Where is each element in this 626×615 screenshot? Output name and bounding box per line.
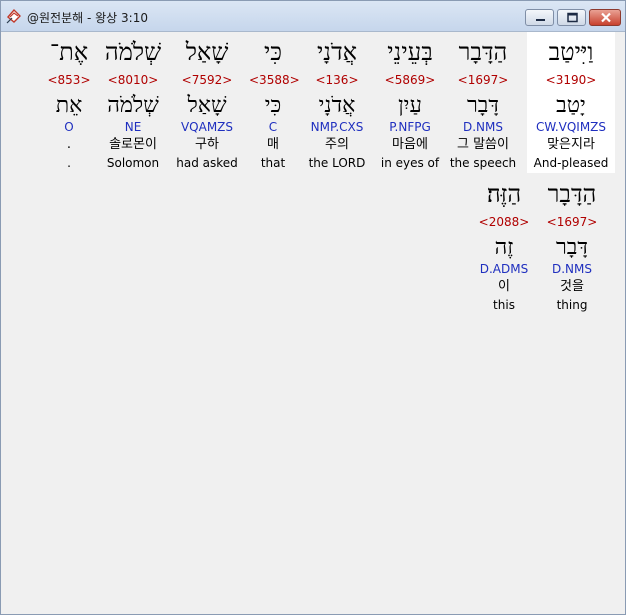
minimize-button[interactable] — [525, 9, 554, 26]
hebrew-word: הַדָּבָר — [458, 38, 508, 66]
english-gloss: And-pleased — [533, 156, 609, 170]
lemma-word: אֵת — [55, 93, 83, 118]
korean-gloss: 솔로몬이 — [109, 137, 157, 152]
hebrew-word: אֶת־ — [49, 38, 89, 66]
word-block[interactable]: אֲדֹנָי <136> אֲדֹנָי NMP.CXS 주의 the LOR… — [304, 38, 370, 173]
hebrew-word: שְׁלֹמֹה — [104, 38, 162, 66]
lemma-word: שָׁאַל — [187, 93, 227, 118]
word-block[interactable]: שְׁלֹמֹה <8010> שְׁלֹמֹה NE 솔로몬이 Solomon — [101, 38, 165, 173]
english-gloss: . — [67, 156, 71, 170]
korean-gloss: 주의 — [325, 137, 349, 152]
lemma-word: אֲדֹנָי — [318, 93, 356, 118]
korean-gloss: 이 — [498, 279, 510, 294]
morphology-code[interactable]: NMP.CXS — [304, 120, 370, 134]
strong-number[interactable]: <8010> — [101, 73, 165, 87]
minimize-icon — [536, 19, 545, 21]
english-gloss: that — [260, 156, 286, 170]
hebrew-word: וַיִּיטַב — [548, 38, 594, 66]
word-block[interactable]: שָׁאַל <7592> שָׁאַל VQAMZS 구하 had asked — [173, 38, 241, 173]
korean-gloss: . — [66, 137, 72, 152]
strong-number[interactable]: <1697> — [445, 73, 521, 87]
lemma-word: שְׁלֹמֹה — [107, 93, 159, 118]
word-block[interactable]: בְּעֵינֵי <5869> עַיִן P.NFPG 마음에 in eye… — [375, 38, 445, 173]
korean-gloss: 것을 — [560, 279, 584, 294]
word-block[interactable]: הַזֶּה׃ <2088> זֶה D.ADMS 이 this — [471, 180, 537, 315]
lemma-word: יָטַב — [556, 93, 586, 118]
close-icon — [601, 12, 611, 23]
morphology-code[interactable]: NE — [101, 120, 165, 134]
lemma-word: עַיִן — [398, 93, 422, 118]
strong-number[interactable]: <3190> — [527, 73, 615, 87]
english-gloss: the LORD — [308, 156, 366, 170]
korean-gloss: 그 말씀이 — [457, 137, 509, 152]
morphology-code[interactable]: C — [249, 120, 297, 134]
morphology-code[interactable]: O — [45, 120, 93, 134]
analysis-pane[interactable]: וַיִּיטַב <3190> יָטַב CW.VQIMZS 맞은지라 An… — [5, 32, 622, 610]
hebrew-word: הַדָּבָר — [547, 180, 597, 208]
close-button[interactable] — [589, 9, 621, 26]
lemma-word: דָּבָר — [556, 235, 588, 260]
english-gloss: thing — [556, 298, 588, 312]
korean-gloss: 마음에 — [392, 137, 428, 152]
morphology-code[interactable]: P.NFPG — [375, 120, 445, 134]
word-block[interactable]: הַדָּבָר <1697> דָּבָר D.NMS 것을 thing — [535, 180, 609, 315]
title-bar[interactable]: @원전분해 - 왕상 3:10 — [1, 1, 625, 32]
morphology-code[interactable]: D.ADMS — [471, 262, 537, 276]
strong-number[interactable]: <1697> — [535, 215, 609, 229]
morphology-code[interactable]: D.NMS — [445, 120, 521, 134]
english-gloss: the speech — [449, 156, 517, 170]
strong-number[interactable]: <853> — [45, 73, 93, 87]
app-icon[interactable] — [6, 8, 22, 24]
morphology-code[interactable]: CW.VQIMZS — [527, 120, 615, 134]
maximize-button[interactable] — [557, 9, 586, 26]
lemma-word: זֶה — [494, 235, 514, 260]
word-block[interactable]: כִּי <3588> כִּי C 매 that — [249, 38, 300, 173]
word-block[interactable]: הַדָּבָר <1697> דָּבָר D.NMS 그 말씀이 the s… — [445, 38, 521, 173]
strong-number[interactable]: <7592> — [173, 73, 241, 87]
window-title: @원전분해 - 왕상 3:10 — [27, 11, 148, 25]
word-block[interactable]: אֶת־ <853> אֵת O . . — [45, 38, 93, 173]
strong-number[interactable]: <5869> — [375, 73, 445, 87]
app-window: @원전분해 - 왕상 3:10 וַיִּיטַב <3190> יָטַב C… — [0, 0, 626, 615]
hebrew-word: בְּעֵינֵי — [387, 38, 433, 66]
english-gloss: Solomon — [106, 156, 160, 170]
korean-gloss: 매 — [267, 137, 279, 152]
lemma-word: כִּי — [264, 93, 282, 118]
lemma-word: דָּבָר — [467, 93, 499, 118]
strong-number[interactable]: <2088> — [471, 215, 537, 229]
korean-gloss: 구하 — [195, 137, 219, 152]
strong-number[interactable]: <136> — [304, 73, 370, 87]
hebrew-word: כִּי — [263, 38, 283, 66]
strong-number[interactable]: <3588> — [249, 73, 300, 87]
morphology-code[interactable]: VQAMZS — [173, 120, 241, 134]
english-gloss: in eyes of — [380, 156, 440, 170]
hebrew-word: אֲדֹנָי — [316, 38, 358, 66]
morphology-code[interactable]: D.NMS — [535, 262, 609, 276]
english-gloss: this — [493, 298, 515, 312]
word-block[interactable]: וַיִּיטַב <3190> יָטַב CW.VQIMZS 맞은지라 An… — [527, 38, 615, 173]
hebrew-word: הַזֶּה׃ — [486, 180, 522, 208]
english-gloss: had asked — [176, 156, 238, 170]
korean-gloss: 맞은지라 — [547, 137, 595, 152]
hebrew-word: שָׁאַל — [185, 38, 229, 66]
